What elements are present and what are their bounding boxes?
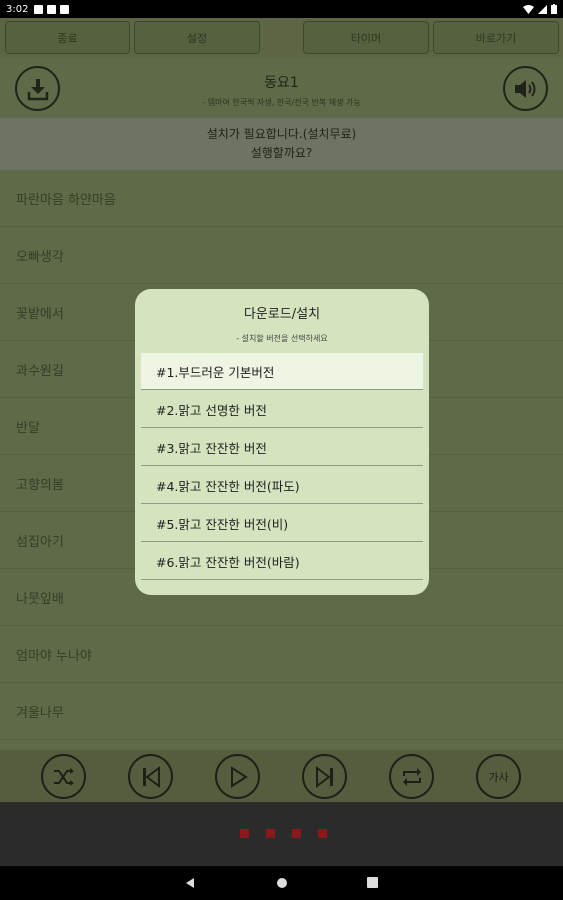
notification-icon (60, 4, 70, 14)
banner-line-2: 설행할까요? (250, 146, 313, 160)
header: 동요1 - 템마여 한국씩 자생, 한국/전국 반복 재생 가능 (0, 58, 563, 118)
shuffle-button[interactable] (41, 754, 86, 799)
version-option-3[interactable]: #3.맑고 잔잔한 버전 (141, 429, 423, 466)
notification-icon (34, 4, 44, 14)
banner-line-1: 설치가 필요합니다.(설치무료) (206, 127, 357, 141)
dialog-subtitle: - 설치할 버전을 선택하세요 (236, 334, 328, 343)
list-item[interactable]: 오빠생각 (0, 227, 563, 284)
install-dialog: 다운로드/설치 - 설치할 버전을 선택하세요 #1.부드러운 기본버전 #2.… (135, 289, 429, 595)
status-bar: 3:02 (0, 0, 563, 18)
volume-button[interactable] (503, 66, 548, 111)
indicator-dot (318, 829, 327, 838)
install-banner[interactable]: 설치가 필요합니다.(설치무료) 설행할까요? (0, 118, 563, 170)
page-title: 동요1 (264, 75, 299, 91)
version-option-5[interactable]: #5.맑고 잔잔한 버전(비) (141, 505, 423, 542)
top-button-bar: 종료 설정 타이머 바로가기 (0, 18, 563, 58)
shuffle-icon (53, 767, 74, 786)
previous-button[interactable] (128, 754, 173, 799)
version-option-2[interactable]: #2.맑고 선명한 버전 (141, 391, 423, 428)
playback-controls: 가사 (0, 750, 563, 802)
home-icon[interactable] (276, 877, 288, 889)
page-subtitle: - 템마여 한국씩 자생, 한국/전국 반복 재생 가능 (202, 98, 361, 107)
lyrics-button[interactable]: 가사 (476, 754, 521, 799)
indicator-dot (240, 829, 249, 838)
next-button[interactable] (302, 754, 347, 799)
system-nav-bar (0, 866, 563, 900)
repeat-icon (402, 767, 421, 786)
notification-icon (47, 4, 57, 14)
list-item[interactable]: 엄마야 누나야 (0, 626, 563, 683)
dialog-title: 다운로드/설치 (243, 307, 321, 322)
repeat-button[interactable] (389, 754, 434, 799)
play-button[interactable] (215, 754, 260, 799)
signal-icon (538, 4, 547, 14)
battery-icon (551, 4, 557, 14)
player-area (0, 802, 563, 866)
indicator-dot (292, 829, 301, 838)
indicator-dot (266, 829, 275, 838)
wifi-icon (523, 4, 534, 14)
shortcut-button[interactable]: 바로가기 (433, 21, 559, 54)
version-option-6[interactable]: #6.맑고 잔잔한 버전(바람) (141, 543, 423, 580)
version-option-1[interactable]: #1.부드러운 기본버전 (141, 353, 423, 390)
speaker-icon (514, 79, 535, 98)
skip-previous-icon (142, 765, 160, 788)
back-icon[interactable] (184, 877, 196, 889)
recents-icon[interactable] (367, 877, 378, 888)
timer-button[interactable]: 타이머 (303, 21, 429, 54)
play-icon (230, 765, 248, 788)
skip-next-icon (315, 765, 333, 788)
version-option-4[interactable]: #4.맑고 잔잔한 버전(파도) (141, 467, 423, 504)
list-item[interactable]: 파란마음 하얀마음 (0, 170, 563, 227)
list-item[interactable]: 겨울나무 (0, 683, 563, 740)
settings-button[interactable]: 설정 (134, 21, 260, 54)
status-time: 3:02 (6, 3, 29, 15)
exit-button[interactable]: 종료 (5, 21, 130, 54)
